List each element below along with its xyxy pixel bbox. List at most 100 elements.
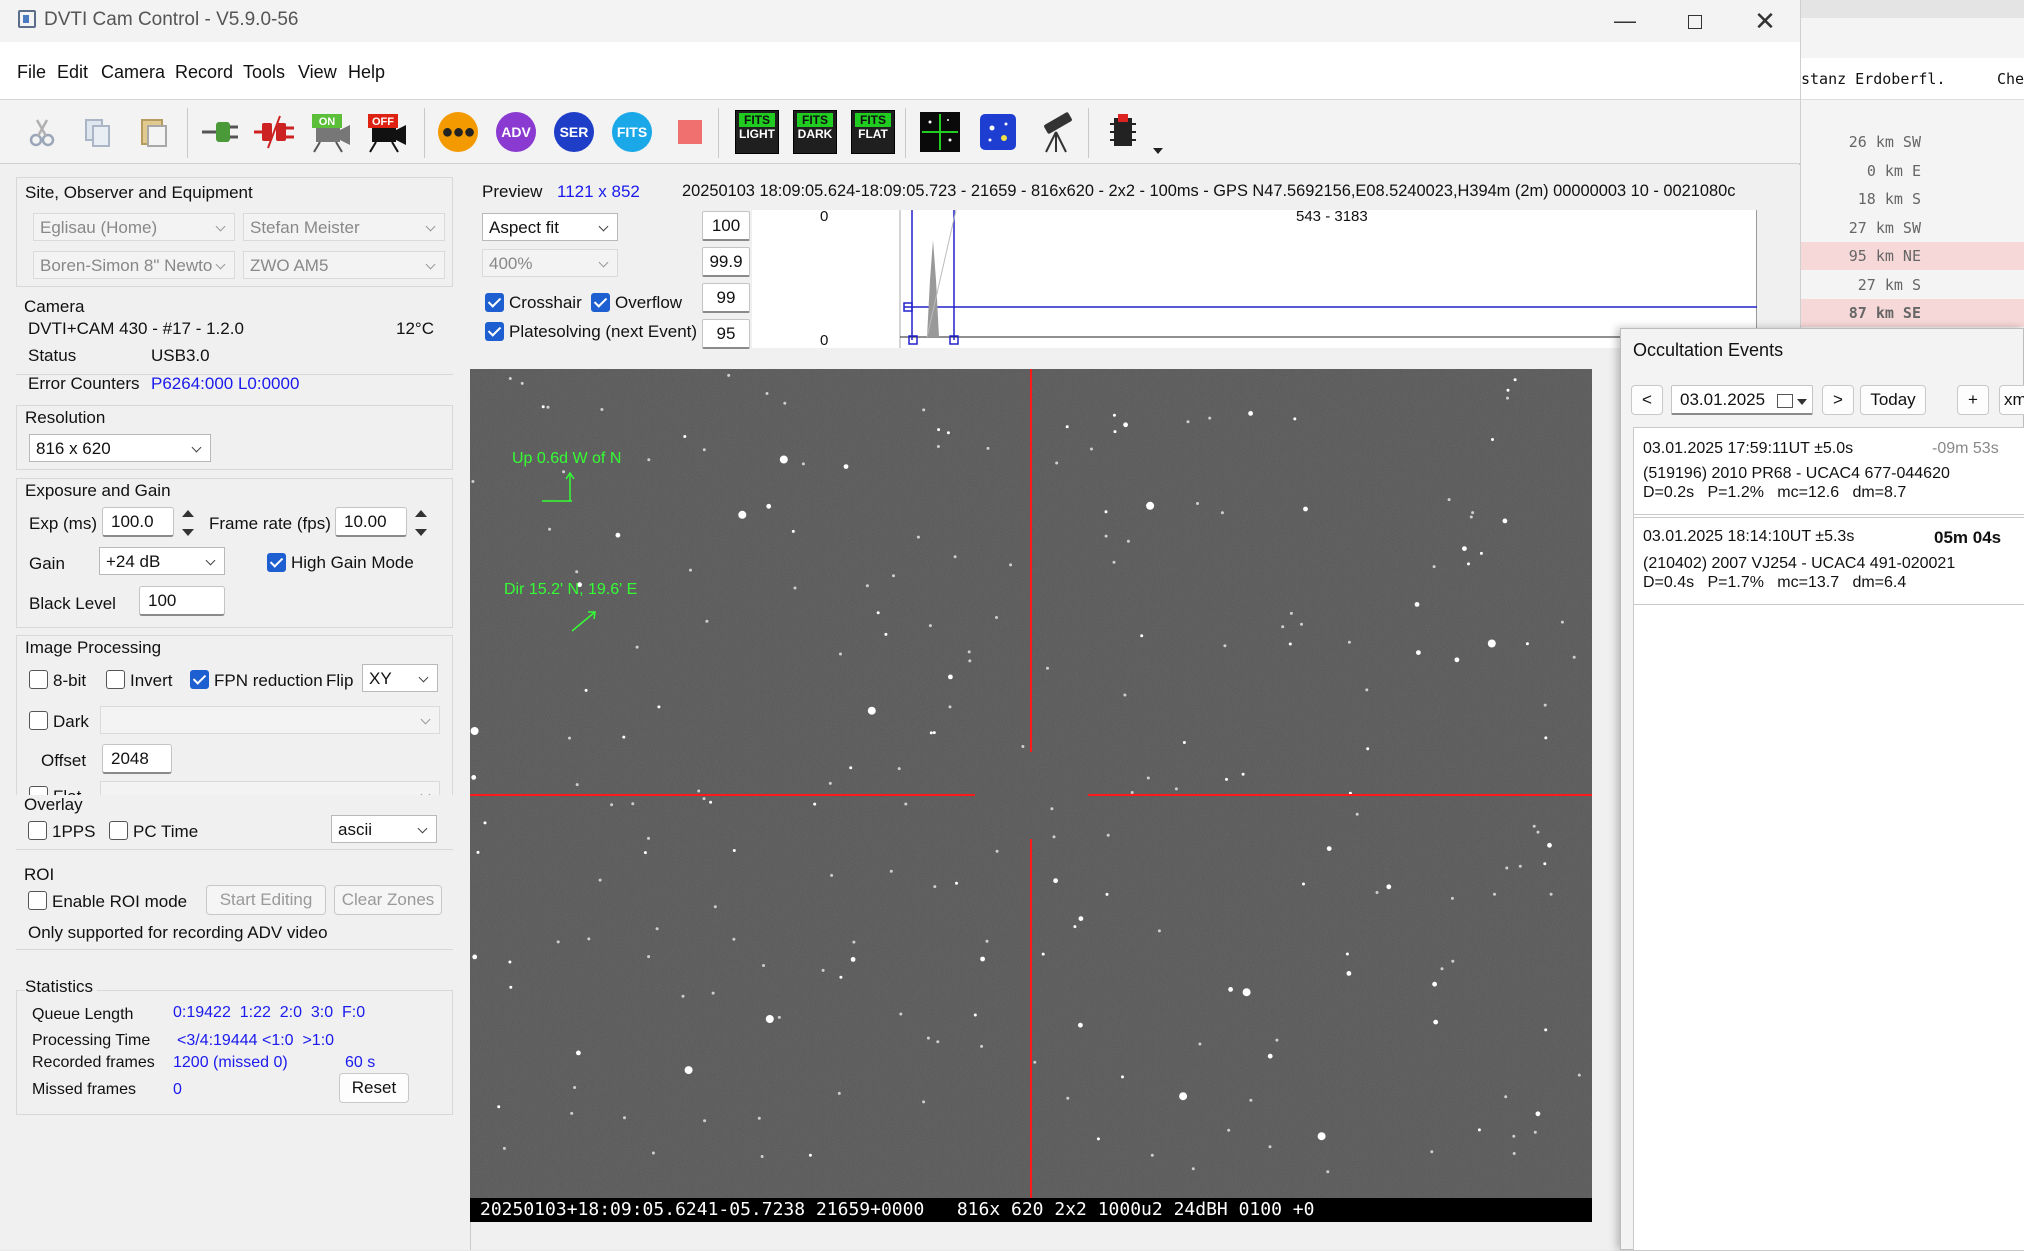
exposure-spinner[interactable] [177, 507, 199, 539]
connect-icon[interactable] [196, 110, 242, 154]
fits-flat-button[interactable]: FITS FLAT [851, 110, 897, 154]
close-button[interactable]: ✕ [1730, 0, 1800, 42]
star [622, 735, 626, 739]
high-gain-checkbox[interactable] [267, 553, 286, 572]
toolbar-overflow-icon[interactable] [1153, 148, 1163, 154]
invert-checkbox[interactable] [106, 670, 125, 689]
camera-on-icon[interactable]: ON [308, 110, 354, 154]
offset-input[interactable]: 2048 [102, 744, 172, 774]
start-editing-button[interactable]: Start Editing [206, 885, 326, 915]
star [575, 783, 579, 787]
star [973, 1013, 977, 1017]
menu-view[interactable]: View [298, 62, 337, 83]
star [732, 937, 736, 941]
level-input-4[interactable]: 95 [702, 319, 750, 349]
framerate-spinner[interactable] [410, 507, 432, 539]
reset-button[interactable]: Reset [339, 1073, 409, 1103]
fit-mode-dropdown[interactable]: Aspect fit [482, 213, 618, 241]
stop-button[interactable] [667, 110, 713, 154]
observer-dropdown[interactable]: Stefan Meister [243, 213, 445, 241]
camera-off-icon[interactable]: OFF [364, 110, 410, 154]
star [1052, 835, 1056, 839]
xm-button[interactable]: xm [1999, 385, 2024, 415]
next-day-button[interactable]: > [1822, 385, 1854, 415]
star [1491, 438, 1494, 441]
platesolving-checkbox[interactable] [485, 322, 504, 341]
dark-checkbox[interactable] [29, 711, 48, 730]
fits-dark-button[interactable]: FITS DARK [793, 110, 839, 154]
image-timestamp-overlay: 20250103+18:09:05.6241-05.7238 21659+000… [470, 1198, 1592, 1222]
level-input-3[interactable]: 99 [702, 283, 750, 313]
background-row: 0 km E [1801, 157, 2024, 185]
histogram[interactable]: 0 0 543 - 3183 [752, 208, 1757, 349]
pctime-checkbox[interactable] [109, 821, 128, 840]
black-level-input[interactable]: 100 [139, 586, 225, 616]
clear-zones-button[interactable]: Clear Zones [334, 885, 442, 915]
record-avi-button[interactable]: ●●● [435, 110, 481, 154]
star [1504, 1095, 1508, 1099]
level-input-2[interactable]: 99.9 [702, 247, 750, 277]
star [683, 435, 687, 438]
star [1462, 546, 1467, 551]
gain-dropdown[interactable]: +24 dB [99, 547, 225, 575]
framerate-input[interactable]: 10.00 [335, 507, 407, 537]
star [1228, 987, 1233, 992]
star [1365, 688, 1369, 692]
date-dropdown-icon[interactable] [1797, 399, 1807, 405]
star [1281, 625, 1285, 629]
star [471, 480, 475, 483]
menu-help[interactable]: Help [348, 62, 385, 83]
maximize-button[interactable] [1660, 0, 1730, 42]
menu-file[interactable]: File [17, 62, 46, 83]
menu-record[interactable]: Record [175, 62, 233, 83]
fpn-checkbox[interactable] [190, 670, 209, 689]
dark-frame-dropdown[interactable] [100, 706, 440, 734]
record-adv-button[interactable]: ADV [493, 110, 539, 154]
disconnect-icon[interactable] [250, 110, 296, 154]
record-ser-button[interactable]: SER [551, 110, 597, 154]
zoom-dropdown[interactable]: 400% [482, 249, 618, 277]
copy-icon[interactable] [74, 110, 120, 154]
roi-checkbox[interactable] [28, 891, 47, 910]
level-input-1[interactable]: 100 [702, 211, 750, 241]
previous-day-button[interactable]: < [1631, 385, 1663, 415]
starfield-icon[interactable] [976, 110, 1022, 154]
paste-icon[interactable] [130, 110, 176, 154]
8bit-checkbox[interactable] [29, 670, 48, 689]
calendar-icon[interactable] [1777, 394, 1793, 408]
exposure-input[interactable]: 100.0 [102, 507, 174, 537]
overflow-checkbox[interactable] [591, 293, 610, 312]
telescope-icon[interactable] [1034, 110, 1080, 154]
event-item[interactable]: 03.01.2025 17:59:11UT ±5.0s -09m 53s (51… [1633, 427, 2024, 515]
star [556, 940, 560, 944]
fits-light-button[interactable]: FITS LIGHT [735, 110, 781, 154]
overlay-mode-dropdown[interactable]: ascii [331, 815, 437, 843]
menu-edit[interactable]: Edit [57, 62, 88, 83]
record-fits-button[interactable]: FITS [609, 110, 655, 154]
flip-dropdown[interactable]: XY [362, 664, 438, 692]
crosshair-checkbox[interactable] [485, 293, 504, 312]
star [1577, 1073, 1581, 1077]
error-counters-value: P6264:000 L0:0000 [151, 374, 300, 393]
resolution-dropdown[interactable]: 816 x 620 [29, 434, 211, 462]
processing-time-label: Processing Time [32, 1032, 151, 1049]
crosshair-icon[interactable] [918, 110, 964, 154]
event-item[interactable]: 03.01.2025 18:14:10UT ±5.3s 05m 04s (210… [1633, 517, 2024, 605]
add-event-button[interactable]: + [1957, 385, 1989, 415]
chip-icon[interactable] [1100, 110, 1146, 154]
telescope-dropdown[interactable]: Boren-Simon 8" Newto [33, 251, 235, 279]
today-button[interactable]: Today [1860, 385, 1926, 415]
menu-tools[interactable]: Tools [243, 62, 285, 83]
minimize-button[interactable]: — [1590, 0, 1660, 42]
star [1366, 747, 1370, 751]
mount-dropdown[interactable]: ZWO AM5 [243, 251, 445, 279]
menu-camera[interactable]: Camera [101, 62, 165, 83]
cut-icon[interactable] [18, 110, 64, 154]
camera-image[interactable]: Up 0.6d W of N Dir 15.2' N, 19.6' E 2025… [470, 369, 1592, 1222]
fpn-label: FPN reduction [214, 671, 323, 690]
star [623, 1116, 626, 1120]
site-dropdown[interactable]: Eglisau (Home) [33, 213, 235, 241]
camera-group: Camera DVTI+CAM 430 - #17 - 1.2.0 12°C S… [16, 295, 453, 375]
star [916, 535, 920, 539]
1pps-checkbox[interactable] [28, 821, 47, 840]
